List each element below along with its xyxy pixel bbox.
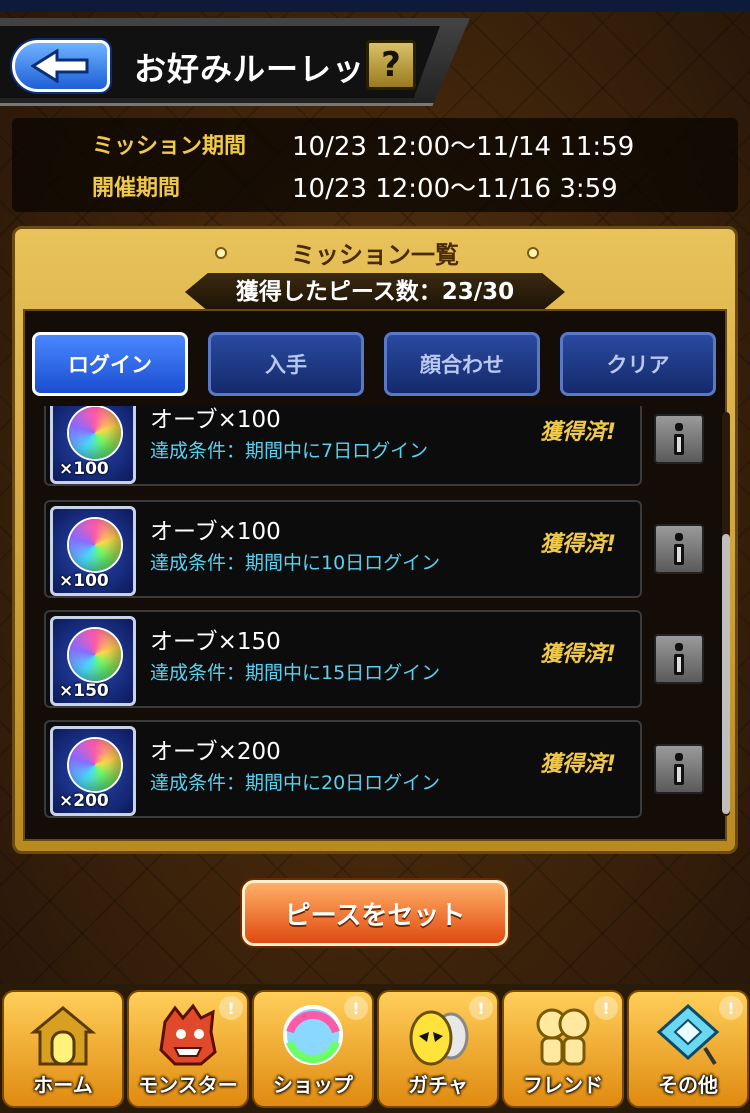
reward-name: オーブ×150 — [150, 629, 281, 655]
info-button[interactable] — [654, 634, 704, 684]
reward-count: ×100 — [59, 571, 109, 591]
mission-condition: 達成条件：期間中に15日ログイン — [150, 662, 441, 684]
nav-label: フレンド — [523, 1073, 603, 1097]
mission-row: ×150 オーブ×150 達成条件：期間中に15日ログイン 獲得済! — [44, 610, 642, 708]
event-period-value: 10/23 12:00〜11/16 3:59 — [292, 173, 618, 204]
home-icon — [29, 1006, 97, 1066]
back-button[interactable] — [12, 40, 110, 92]
orb-icon — [69, 739, 121, 791]
orb-icon — [69, 407, 121, 459]
orb-icon — [69, 519, 121, 571]
help-button[interactable]: ? — [366, 40, 416, 90]
reward-name: オーブ×200 — [150, 739, 281, 765]
status-badge: 獲得済! — [540, 752, 617, 777]
mission-condition: 達成条件：期間中に7日ログイン — [150, 440, 429, 462]
reward-count: ×150 — [59, 681, 109, 701]
monster-icon — [159, 1003, 217, 1066]
mission-condition: 達成条件：期間中に20日ログイン — [150, 772, 441, 794]
info-button[interactable] — [654, 744, 704, 794]
nav-monster[interactable]: モンスター ! — [127, 990, 249, 1108]
tab-login[interactable]: ログイン — [32, 332, 188, 396]
nav-friend[interactable]: フレンド ! — [502, 990, 624, 1108]
event-period-label: 開催期間 — [92, 176, 181, 201]
panel-title: ミッション一覧 — [291, 241, 459, 269]
notification-badge: ! — [469, 996, 493, 1020]
nav-label: その他 — [658, 1073, 718, 1097]
notification-badge: ! — [594, 996, 618, 1020]
set-pieces-button[interactable]: ピースをセット — [242, 880, 508, 946]
mission-tabs: ログイン 入手 顔合わせ クリア — [32, 332, 732, 400]
list-scrollbar[interactable] — [722, 412, 730, 816]
nav-shop[interactable]: ショップ ! — [252, 990, 374, 1108]
reward-count: ×100 — [59, 459, 109, 479]
period-box: ミッション期間 10/23 12:00〜11/14 11:59 開催期間 10/… — [12, 118, 738, 212]
scrollbar-thumb[interactable] — [722, 534, 730, 814]
other-icon — [656, 1003, 720, 1066]
tab-encounter[interactable]: 顔合わせ — [384, 332, 540, 396]
friend-icon — [536, 1008, 590, 1066]
nav-home[interactable]: ホーム — [2, 990, 124, 1108]
egg-icon — [409, 1010, 469, 1066]
mission-row: ×100 オーブ×100 達成条件：期間中に10日ログイン 獲得済! — [44, 500, 642, 598]
reward-icon: ×150 — [50, 616, 136, 706]
reward-icon: ×100 — [50, 506, 136, 596]
reward-count: ×200 — [59, 791, 109, 811]
pieces-counter: 獲得したピース数：23/30 — [185, 273, 565, 311]
reward-name: オーブ×100 — [150, 519, 281, 545]
notification-badge: ! — [219, 996, 243, 1020]
mission-period-row: ミッション期間 10/23 12:00〜11/14 11:59 — [12, 124, 738, 164]
info-icon — [674, 423, 684, 455]
mission-list[interactable]: ×100 オーブ×100 達成条件：期間中に7日ログイン 獲得済! ×100 オ… — [32, 406, 642, 822]
orb-icon — [69, 629, 121, 681]
info-icon — [674, 753, 684, 785]
mission-condition: 達成条件：期間中に10日ログイン — [150, 552, 441, 574]
mission-period-label: ミッション期間 — [92, 134, 247, 159]
tab-obtain[interactable]: 入手 — [208, 332, 364, 396]
top-strip — [0, 0, 750, 12]
tab-clear[interactable]: クリア — [560, 332, 716, 396]
back-arrow-icon — [31, 49, 89, 83]
notification-badge: ! — [719, 996, 743, 1020]
reward-name: オーブ×100 — [150, 407, 281, 433]
nav-label: ホーム — [33, 1073, 93, 1097]
reward-icon: ×200 — [50, 726, 136, 816]
status-badge: 獲得済! — [540, 642, 617, 667]
orb-icon — [283, 1005, 343, 1065]
nav-label: ショップ — [273, 1073, 353, 1097]
notification-badge: ! — [344, 996, 368, 1020]
info-icon — [674, 643, 684, 675]
mission-row: ×200 オーブ×200 達成条件：期間中に20日ログイン 獲得済! — [44, 720, 642, 818]
nav-label: モンスター — [138, 1073, 238, 1097]
page-title: お好みルーレット — [134, 50, 399, 88]
status-badge: 獲得済! — [540, 420, 617, 445]
status-badge: 獲得済! — [540, 532, 617, 557]
info-button[interactable] — [654, 414, 704, 464]
nav-other[interactable]: その他 ! — [627, 990, 749, 1108]
event-period-row: 開催期間 10/23 12:00〜11/16 3:59 — [12, 166, 738, 206]
mission-period-value: 10/23 12:00〜11/14 11:59 — [292, 131, 635, 162]
reward-icon: ×100 — [50, 406, 136, 484]
info-button[interactable] — [654, 524, 704, 574]
bottom-nav: ホーム モンスター ! ショップ ! ガチャ ! フレンド ! その他 ! — [0, 984, 750, 1113]
nav-gacha[interactable]: ガチャ ! — [377, 990, 499, 1108]
mission-row: ×100 オーブ×100 達成条件：期間中に7日ログイン 獲得済! — [44, 406, 642, 486]
info-icon — [674, 533, 684, 565]
nav-label: ガチャ — [408, 1073, 468, 1097]
